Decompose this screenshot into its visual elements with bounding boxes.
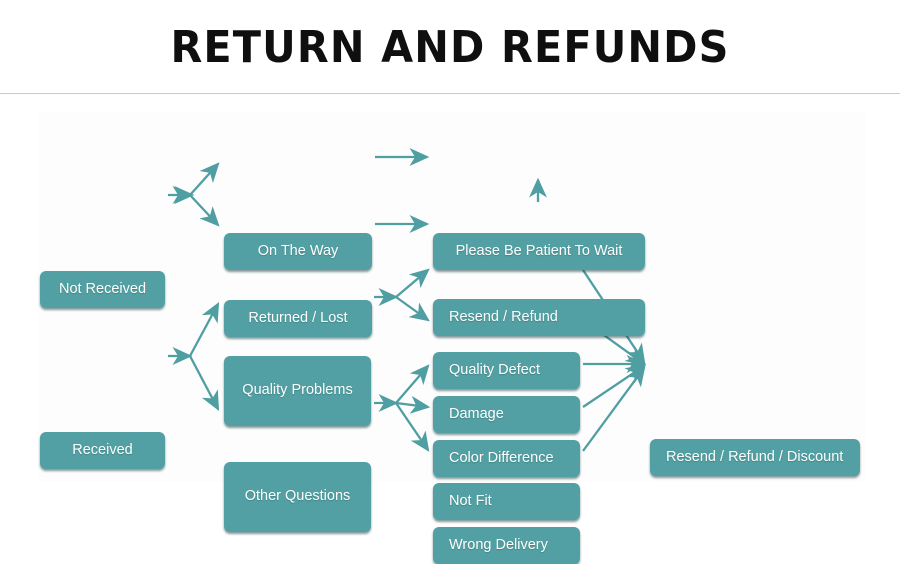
page-title: RETURN AND REFUNDS: [170, 22, 730, 73]
node-resend-refund[interactable]: Resend / Refund: [433, 299, 645, 336]
node-received[interactable]: Received: [40, 432, 165, 469]
edge-oq-to-not-fit: [395, 395, 431, 414]
node-label: Other Questions: [244, 488, 351, 505]
node-quality-defect[interactable]: Quality Defect: [433, 352, 580, 389]
edge-not-received-to-returned-lost: [189, 194, 220, 227]
node-other-questions[interactable]: Other Questions: [224, 462, 371, 532]
node-label: Quality Problems: [242, 382, 353, 399]
node-label: Resend / Refund: [449, 308, 558, 325]
node-label: Damage: [449, 405, 504, 422]
edge-received-to-other-questions: [188, 355, 220, 412]
edge-wrong-delivery-to-final: [582, 366, 646, 452]
flowchart-diagram: Not Received Received On The Way Returne…: [0, 94, 900, 564]
node-label: On The Way: [257, 242, 339, 259]
edge-not-received-to-on-the-way: [189, 162, 220, 196]
node-label: Wrong Delivery: [449, 536, 548, 553]
edge-received-to-quality-problems: [188, 301, 220, 357]
node-returned-lost[interactable]: Returned / Lost: [224, 300, 372, 337]
node-label: Quality Defect: [449, 361, 541, 378]
node-not-received[interactable]: Not Received: [40, 271, 165, 308]
node-label: Resend / Refund / Discount: [666, 448, 844, 465]
title-bar: RETURN AND REFUNDS: [0, 0, 900, 94]
node-label: Returned / Lost: [248, 309, 348, 326]
node-label: Not Received: [58, 280, 147, 297]
edge-not-fit-to-final: [582, 364, 646, 408]
node-resend-refund-discount[interactable]: Resend / Refund / Discount: [650, 439, 860, 476]
node-label: Color Difference: [449, 449, 554, 466]
node-damage[interactable]: Damage: [433, 396, 580, 433]
node-label: Received: [72, 441, 133, 458]
edge-qp-to-damage: [395, 296, 430, 322]
edge-oq-to-color-difference: [395, 364, 430, 404]
node-label: Please Be Patient To Wait: [455, 242, 623, 259]
slide-root: RETURN AND REFUNDS Not Received Received…: [0, 0, 900, 564]
edge-qp-to-quality-defect: [395, 268, 430, 298]
node-on-the-way[interactable]: On The Way: [224, 233, 372, 270]
node-quality-problems[interactable]: Quality Problems: [224, 356, 371, 426]
node-wrong-delivery[interactable]: Wrong Delivery: [433, 527, 580, 564]
node-label: Not Fit: [449, 492, 492, 509]
node-not-fit[interactable]: Not Fit: [433, 483, 580, 520]
node-please-be-patient-to-wait[interactable]: Please Be Patient To Wait: [433, 233, 645, 270]
node-color-difference[interactable]: Color Difference: [433, 440, 580, 477]
edge-oq-to-wrong-delivery: [395, 402, 430, 452]
